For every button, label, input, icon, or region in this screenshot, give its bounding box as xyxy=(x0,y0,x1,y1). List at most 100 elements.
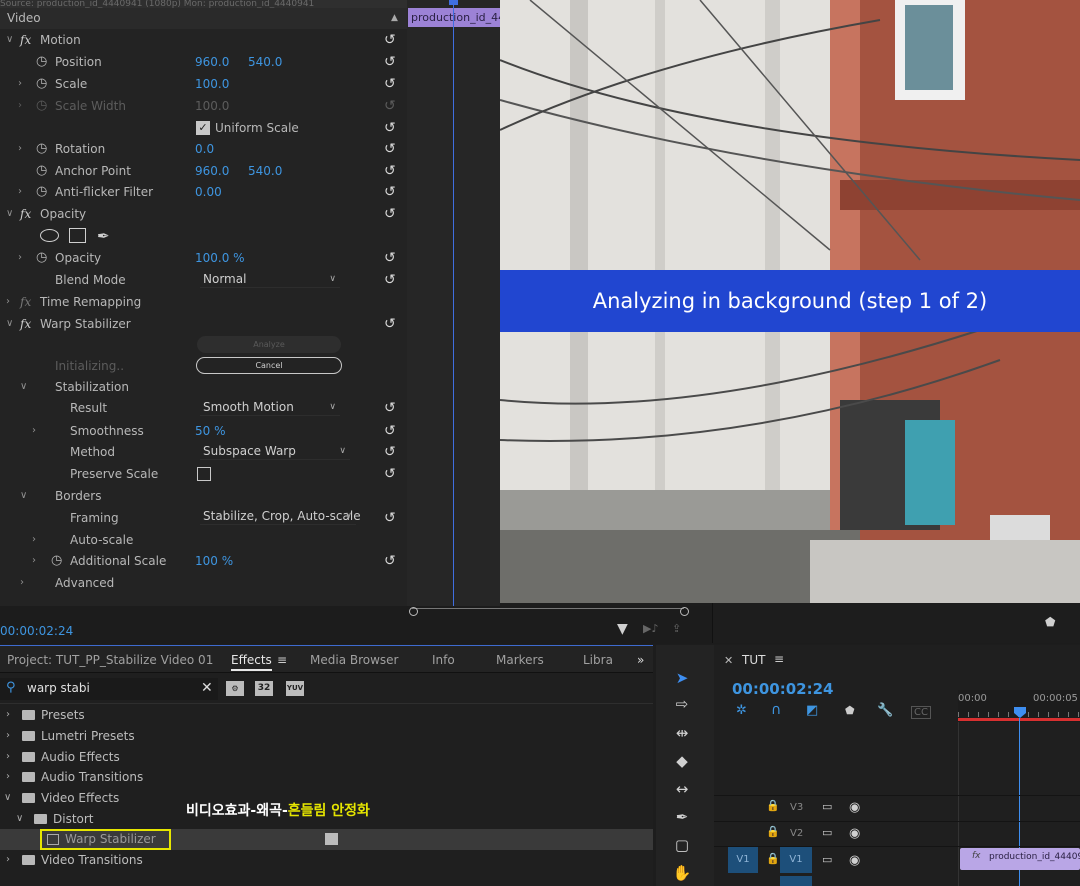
tree-item-audio-transitions[interactable]: › Audio Transitions xyxy=(0,767,653,787)
audio-track-target[interactable] xyxy=(780,876,812,886)
tab-media-browser[interactable]: Media Browser xyxy=(310,645,398,673)
reset-icon[interactable]: ↺ xyxy=(384,142,398,156)
sync-lock-icon[interactable]: ▭ xyxy=(822,853,832,866)
tree-item-lumetri-presets[interactable]: › Lumetri Presets xyxy=(0,726,653,746)
tab-project[interactable]: Project: TUT_PP_Stabilize Video 01 xyxy=(7,645,213,673)
smoothness-value[interactable]: 50 % xyxy=(195,420,226,442)
close-icon[interactable]: ✕ xyxy=(724,654,733,667)
zoom-scroll-track[interactable] xyxy=(412,608,684,609)
stopwatch-icon[interactable]: ◷ xyxy=(51,550,62,572)
accelerated-filter-icon[interactable]: ⚙ xyxy=(226,681,244,696)
search-input[interactable]: warp stabi xyxy=(27,681,90,695)
fx-icon[interactable]: fx xyxy=(20,291,31,313)
snap-icon[interactable]: ∩ xyxy=(771,702,781,718)
fx-icon[interactable]: fx xyxy=(20,203,31,225)
pen-tool-icon[interactable]: ✒ xyxy=(667,806,697,828)
reset-icon[interactable]: ↺ xyxy=(384,467,398,481)
hand-tool-icon[interactable]: ✋ xyxy=(667,862,697,884)
add-marker-icon[interactable]: ⬟ xyxy=(845,704,855,717)
tree-item-audio-effects[interactable]: › Audio Effects xyxy=(0,747,653,767)
selection-tool-icon[interactable]: ➤ xyxy=(667,667,697,689)
stopwatch-icon[interactable]: ◷ xyxy=(36,138,47,160)
reset-icon[interactable]: ↺ xyxy=(384,317,398,331)
opacity-value[interactable]: 100.0 % xyxy=(195,247,245,269)
razor-tool-icon[interactable]: ◆ xyxy=(667,750,697,772)
zoom-handle-right[interactable] xyxy=(680,607,689,616)
anchor-y-value[interactable]: 540.0 xyxy=(248,160,282,182)
reset-icon[interactable]: ↺ xyxy=(384,401,398,415)
stopwatch-icon[interactable]: ◷ xyxy=(36,51,47,73)
tab-effects[interactable]: Effects xyxy=(231,645,272,671)
eye-icon[interactable]: ◉ xyxy=(849,826,860,841)
nest-icon[interactable]: ✲ xyxy=(736,703,747,718)
tree-item-presets[interactable]: › Presets xyxy=(0,705,653,725)
timeline-timecode[interactable]: 00:00:02:24 xyxy=(732,680,834,698)
rotation-value[interactable]: 0.0 xyxy=(195,138,214,160)
scale-value[interactable]: 100.0 xyxy=(195,73,229,95)
menu-icon[interactable]: ≡ xyxy=(774,652,784,666)
additional-scale-value[interactable]: 100 % xyxy=(195,550,233,572)
result-dropdown[interactable]: Smooth Motion ∨ xyxy=(200,398,340,416)
track-select-tool-icon[interactable]: ⇨ xyxy=(667,693,697,715)
stopwatch-icon[interactable]: ◷ xyxy=(36,181,47,203)
chevron-right-icon[interactable]: › xyxy=(6,291,10,313)
rectangle-tool-icon[interactable]: ▢ xyxy=(667,834,697,856)
fx-icon[interactable]: fx xyxy=(20,313,31,335)
clear-search-icon[interactable]: ✕ xyxy=(201,680,213,696)
blend-mode-dropdown[interactable]: Normal ∨ xyxy=(200,270,340,288)
program-monitor-video[interactable]: Analyzing in background (step 1 of 2) xyxy=(500,0,1080,603)
linked-selection-icon[interactable]: ◩ xyxy=(806,703,818,718)
reset-icon[interactable]: ↺ xyxy=(384,55,398,69)
chevron-down-icon[interactable]: ∨ xyxy=(6,29,13,51)
stopwatch-icon[interactable]: ◷ xyxy=(36,247,47,269)
slip-tool-icon[interactable]: ↔ xyxy=(667,778,697,800)
anchor-x-value[interactable]: 960.0 xyxy=(195,160,229,182)
ripple-edit-tool-icon[interactable]: ⇹ xyxy=(667,722,697,744)
playhead-marker[interactable] xyxy=(449,0,458,5)
effect-controls-clip[interactable]: production_id_4440941 xyxy=(408,8,500,27)
chevron-down-icon[interactable]: ∨ xyxy=(6,203,13,225)
chevron-right-icon[interactable]: › xyxy=(32,529,36,551)
sequence-tab[interactable]: TUT xyxy=(742,653,765,667)
more-tabs-icon[interactable]: » xyxy=(637,645,644,673)
ellipse-mask-icon[interactable] xyxy=(40,229,59,242)
export-icon[interactable]: ⇪ xyxy=(672,622,681,635)
source-patch[interactable]: V1 xyxy=(728,847,758,873)
reset-icon[interactable]: ↺ xyxy=(384,511,398,525)
filter-icon[interactable]: ▼ xyxy=(617,621,628,637)
reset-icon[interactable]: ↺ xyxy=(384,273,398,287)
reset-icon[interactable]: ↺ xyxy=(384,121,398,135)
track-label[interactable]: V2 xyxy=(790,828,803,839)
lock-icon[interactable]: 🔒 xyxy=(766,852,780,865)
stopwatch-icon[interactable]: ◷ xyxy=(36,160,47,182)
uniform-scale-checkbox[interactable]: ✓ xyxy=(196,121,210,135)
chevron-right-icon[interactable]: › xyxy=(18,138,22,160)
sync-lock-icon[interactable]: ▭ xyxy=(822,800,832,813)
lock-icon[interactable]: 🔒 xyxy=(766,799,780,812)
sync-lock-icon[interactable]: ▭ xyxy=(822,826,832,839)
position-x-value[interactable]: 960.0 xyxy=(195,51,229,73)
reset-icon[interactable]: ↺ xyxy=(384,554,398,568)
tree-item-warp-stabilizer[interactable]: Warp Stabilizer xyxy=(0,829,653,850)
chevron-right-icon[interactable]: › xyxy=(18,247,22,269)
reset-icon[interactable]: ↺ xyxy=(384,185,398,199)
reset-icon[interactable]: ↺ xyxy=(384,164,398,178)
eye-icon[interactable]: ◉ xyxy=(849,800,860,815)
tab-info[interactable]: Info xyxy=(432,645,455,673)
tree-item-video-transitions[interactable]: › Video Transitions xyxy=(0,850,653,870)
captions-icon[interactable]: CC xyxy=(911,706,931,719)
ec-timecode[interactable]: 00:00:02:24 xyxy=(0,624,73,638)
reset-icon[interactable]: ↺ xyxy=(384,33,398,47)
track-label[interactable]: V3 xyxy=(790,802,803,813)
chevron-right-icon[interactable]: › xyxy=(32,550,36,572)
preserve-scale-checkbox[interactable] xyxy=(197,467,211,481)
position-y-value[interactable]: 540.0 xyxy=(248,51,282,73)
chevron-right-icon[interactable]: › xyxy=(32,420,36,442)
chevron-right-icon[interactable]: › xyxy=(18,73,22,95)
chevron-down-icon[interactable]: ∨ xyxy=(20,485,27,507)
method-dropdown[interactable]: Subspace Warp ∨ xyxy=(200,442,350,460)
analyze-button[interactable]: Analyze xyxy=(197,336,341,353)
marker-icon[interactable]: ⬟ xyxy=(1045,615,1055,629)
yuv-filter-icon[interactable]: YUV xyxy=(286,681,304,696)
chevron-right-icon[interactable]: › xyxy=(20,572,24,594)
